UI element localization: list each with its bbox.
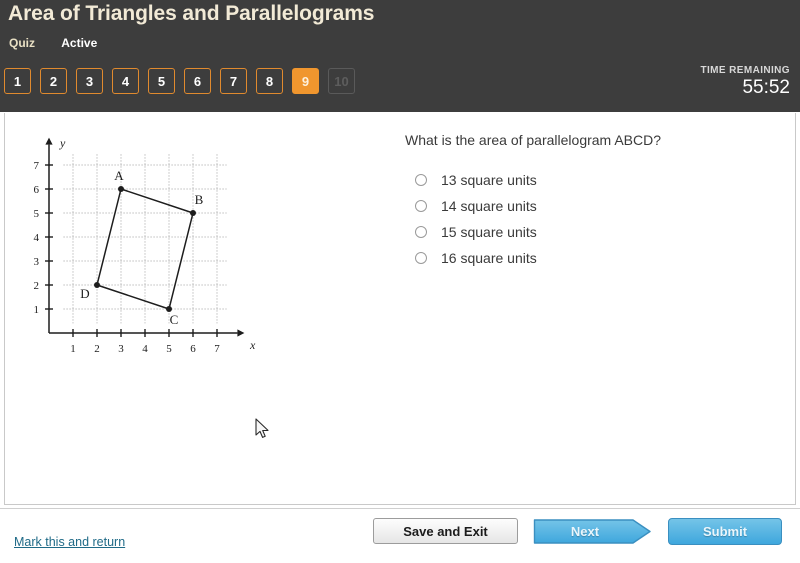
- svg-text:D: D: [80, 286, 89, 301]
- timer: TIME REMAINING 55:52: [701, 64, 791, 99]
- svg-text:1: 1: [70, 343, 76, 355]
- quiz-meta: Quiz Active: [9, 36, 97, 50]
- graph-parallelogram: [96, 188, 194, 310]
- submit-button[interactable]: Submit: [668, 518, 782, 545]
- answer-choice-label: 15 square units: [441, 224, 537, 240]
- question-column: What is the area of parallelogram ABCD? …: [405, 131, 775, 271]
- radio-button-icon[interactable]: [415, 174, 427, 186]
- svg-text:6: 6: [190, 343, 196, 355]
- answer-choice-label: 14 square units: [441, 198, 537, 214]
- svg-text:3: 3: [118, 343, 124, 355]
- svg-text:1: 1: [34, 304, 40, 316]
- next-button[interactable]: Next: [533, 518, 653, 545]
- svg-text:B: B: [195, 192, 204, 207]
- question-nav-10: 10: [328, 68, 355, 94]
- timer-value: 55:52: [742, 77, 790, 98]
- parallelogram-graph: 1 2 3 4 5 6 7 1 2 3 4 5 6 7 A B C D x y: [34, 136, 257, 355]
- svg-text:5: 5: [34, 208, 40, 220]
- question-nav-8[interactable]: 8: [256, 68, 283, 94]
- question-number-nav: 1 2 3 4 5 6 7 8 9 10: [4, 68, 355, 94]
- svg-text:7: 7: [214, 343, 220, 355]
- coordinate-plane-figure: 1 2 3 4 5 6 7 1 2 3 4 5 6 7 A B C D x y: [21, 125, 271, 370]
- answer-choice-3[interactable]: 15 square units: [405, 219, 775, 245]
- answer-choice-2[interactable]: 14 square units: [405, 193, 775, 219]
- next-button-shape: [533, 519, 651, 544]
- svg-text:5: 5: [166, 343, 172, 355]
- answer-choice-label: 16 square units: [441, 250, 537, 266]
- quiz-status-label: Active: [61, 36, 98, 50]
- y-axis-label: y: [59, 136, 66, 150]
- question-nav-4[interactable]: 4: [112, 68, 139, 94]
- question-nav-6[interactable]: 6: [184, 68, 211, 94]
- mark-this-and-return-link[interactable]: Mark this and return: [14, 535, 125, 549]
- question-nav-5[interactable]: 5: [148, 68, 175, 94]
- svg-text:6: 6: [34, 184, 40, 196]
- question-panel: 1 2 3 4 5 6 7 1 2 3 4 5 6 7 A B C D x y What is the area…: [4, 113, 796, 505]
- svg-text:2: 2: [94, 343, 100, 355]
- graph-vertex-labels: A B C D: [80, 168, 203, 327]
- svg-text:A: A: [114, 168, 124, 183]
- question-nav-7[interactable]: 7: [220, 68, 247, 94]
- timer-label: TIME REMAINING: [700, 65, 790, 76]
- page-title: Area of Triangles and Parallelograms: [8, 2, 375, 25]
- svg-text:3: 3: [34, 256, 40, 268]
- question-nav-9[interactable]: 9: [292, 68, 319, 94]
- x-axis-label: x: [249, 338, 256, 352]
- radio-button-icon[interactable]: [415, 252, 427, 264]
- answer-choice-list: 13 square units 14 square units 15 square …: [405, 167, 775, 271]
- save-and-exit-button[interactable]: Save and Exit: [373, 518, 518, 544]
- svg-text:C: C: [170, 312, 179, 327]
- answer-choice-1[interactable]: 13 square units: [405, 167, 775, 193]
- radio-button-icon[interactable]: [415, 226, 427, 238]
- svg-text:2: 2: [34, 280, 40, 292]
- answer-choice-4[interactable]: 16 square units: [405, 245, 775, 271]
- svg-text:4: 4: [34, 232, 40, 244]
- svg-text:7: 7: [34, 160, 40, 172]
- quiz-header: Area of Triangles and Parallelograms Qui…: [0, 0, 800, 112]
- question-nav-3[interactable]: 3: [76, 68, 103, 94]
- question-nav-1[interactable]: 1: [4, 68, 31, 94]
- question-prompt: What is the area of parallelogram ABCD?: [405, 132, 662, 148]
- question-nav-2[interactable]: 2: [40, 68, 67, 94]
- svg-text:4: 4: [142, 343, 148, 355]
- radio-button-icon[interactable]: [415, 200, 427, 212]
- quiz-kind-label: Quiz: [9, 36, 35, 50]
- answer-choice-label: 13 square units: [441, 172, 537, 188]
